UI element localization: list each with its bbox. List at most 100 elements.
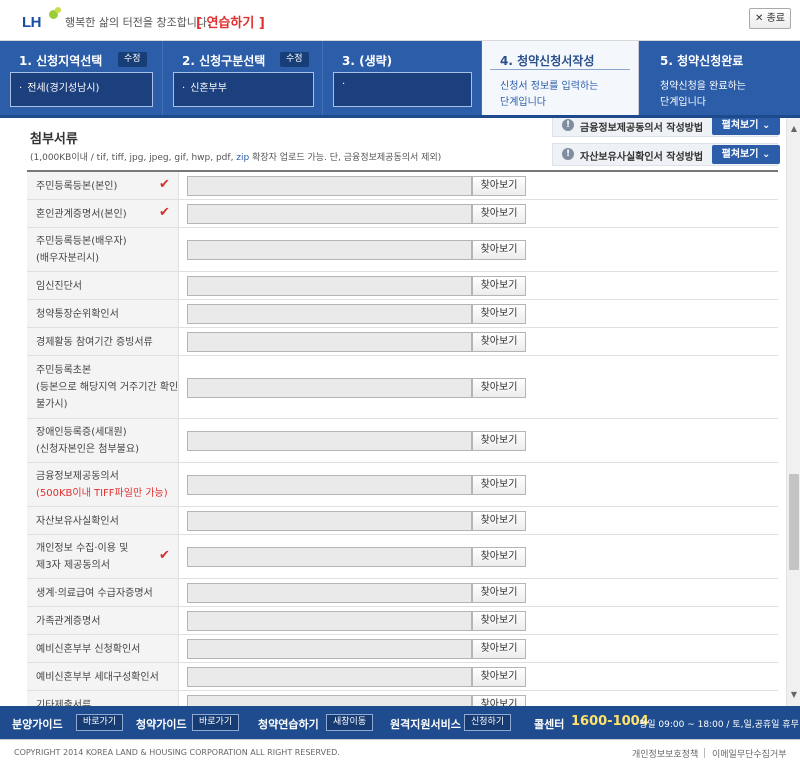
header: LH 행복한 삶의 터전을 창조합니다. [ 연습하기 ] ✕ 종료 xyxy=(0,0,800,41)
file-path-input[interactable] xyxy=(187,511,472,531)
step-4-description: 신청서 정보를 입력하는 단계입니다 xyxy=(500,79,598,111)
document-label: 자산보유사실확인서 xyxy=(27,507,179,534)
call-center-phone: 1600-1004 xyxy=(571,714,649,729)
document-name: 주민등록등본(배우자) xyxy=(36,236,127,247)
table-row: 개인정보 수집·이용 및 제3자 제공동의서 ✔ 찾아보기 xyxy=(27,535,778,579)
table-row: 금융정보제공동의서 (500KB이내 TIFF파일만 가능) 찾아보기 xyxy=(27,463,778,507)
browse-file-button[interactable]: 찾아보기 xyxy=(472,475,526,495)
scroll-down-icon[interactable]: ▼ xyxy=(787,688,800,702)
step-4-current: 4. 청약신청서작성 신청서 정보를 입력하는 단계입니다 xyxy=(482,41,639,115)
browse-file-button[interactable]: 찾아보기 xyxy=(472,611,526,631)
table-row: 가족관계증명서 찾아보기 xyxy=(27,607,778,635)
browse-file-button[interactable]: 찾아보기 xyxy=(472,332,526,352)
file-path-input[interactable] xyxy=(187,176,472,196)
nav-remote-support-label: 원격지원서비스 xyxy=(390,718,461,731)
browse-file-button[interactable]: 찾아보기 xyxy=(472,304,526,324)
document-label: 주민등록초본 (등본으로 해당지역 거주기간 확인 불가시) xyxy=(27,356,179,418)
table-row: 주민등록등본(배우자) (배우자분리시) 찾아보기 xyxy=(27,228,778,272)
document-label: 금융정보제공동의서 (500KB이내 TIFF파일만 가능) xyxy=(27,463,179,506)
step-4-desc-line-1: 신청서 정보를 입력하는 xyxy=(500,81,599,92)
file-path-input[interactable] xyxy=(187,204,472,224)
document-label: 기타제출서류 xyxy=(27,691,179,706)
application-form-scroll-area[interactable]: 첨부서류 (1,000KB이내 / tif, tiff, jpg, jpeg, … xyxy=(0,118,800,706)
file-path-input[interactable] xyxy=(187,276,472,296)
step-1-title: 1. 신청지역선택 xyxy=(19,54,103,68)
document-label: 주민등록등본(본인) ✔ xyxy=(27,172,179,199)
document-name: 자산보유사실확인서 xyxy=(36,516,119,527)
close-button[interactable]: ✕ 종료 xyxy=(749,8,791,29)
browse-file-button[interactable]: 찾아보기 xyxy=(472,511,526,531)
document-label: 주민등록등본(배우자) (배우자분리시) xyxy=(27,228,179,271)
browse-file-button[interactable]: 찾아보기 xyxy=(472,695,526,706)
file-path-input[interactable] xyxy=(187,431,472,451)
lh-logo[interactable]: LH xyxy=(22,7,62,33)
email-refusal-link[interactable]: 이메일무단수집거부 xyxy=(712,747,787,760)
file-path-input[interactable] xyxy=(187,639,472,659)
table-row: 주민등록초본 (등본으로 해당지역 거주기간 확인 불가시) 찾아보기 xyxy=(27,356,778,419)
file-path-input[interactable] xyxy=(187,475,472,495)
document-name: 금융정보제공동의서 xyxy=(36,471,119,482)
document-label: 경제활동 참여기간 증빙서류 xyxy=(27,328,179,355)
browse-file-button[interactable]: 찾아보기 xyxy=(472,547,526,567)
table-row: 장애인등록증(세대원) (신청자본인은 첨부불요) 찾아보기 xyxy=(27,419,778,463)
document-label: 장애인등록증(세대원) (신청자본인은 첨부불요) xyxy=(27,419,179,462)
logo-dot-small-icon xyxy=(55,7,61,13)
browse-file-button[interactable]: 찾아보기 xyxy=(472,240,526,260)
document-name: 예비신혼부부 세대구성확인서 xyxy=(36,672,159,683)
step-bar: 1. 신청지역선택 수정 전세(경기성남시) 2. 신청구분선택 수정 신혼부부… xyxy=(0,41,800,118)
file-path-input[interactable] xyxy=(187,332,472,352)
browse-file-button[interactable]: 찾아보기 xyxy=(472,639,526,659)
scroll-thumb[interactable] xyxy=(789,474,799,570)
nav-sale-guide-button[interactable]: 바로가기 xyxy=(76,714,124,731)
table-row: 주민등록등본(본인) ✔ 찾아보기 xyxy=(27,172,778,200)
required-check-icon: ✔ xyxy=(159,548,170,563)
step-5-desc-line-2: 단계입니다 xyxy=(660,97,706,108)
file-path-input[interactable] xyxy=(187,667,472,687)
document-name: 청약통장순위확인서 xyxy=(36,309,119,320)
step-2: 2. 신청구분선택 수정 신혼부부 xyxy=(163,41,323,115)
file-path-input[interactable] xyxy=(187,547,472,567)
guide-financial-consent: ! 금융정보제공동의서 작성방법 펼쳐보기 ⌄ xyxy=(562,118,780,135)
nav-remote-support-button[interactable]: 신청하기 xyxy=(464,714,512,731)
document-name: (등본으로 해당지역 거주기간 확인 xyxy=(36,382,179,393)
vertical-scrollbar[interactable]: ▲ ▼ xyxy=(786,118,800,706)
scroll-up-icon[interactable]: ▲ xyxy=(787,122,800,136)
footer-divider xyxy=(704,748,705,758)
step-3-value xyxy=(333,72,472,107)
nav-practice-label: 청약연습하기 xyxy=(258,718,319,731)
step-4-underline xyxy=(490,69,630,70)
guide-financial-expand-button[interactable]: 펼쳐보기 ⌄ xyxy=(712,118,780,135)
step-5-description: 청약신청을 완료하는 단계입니다 xyxy=(660,79,746,111)
step-3: 3. (생략) xyxy=(323,41,482,115)
browse-file-button[interactable]: 찾아보기 xyxy=(472,431,526,451)
step-1-edit-button[interactable]: 수정 xyxy=(118,52,147,67)
browse-file-button[interactable]: 찾아보기 xyxy=(472,276,526,296)
bottom-nav: 분양가이드 바로가기 청약가이드 바로가기 청약연습하기 새창이동 원격지원서비… xyxy=(0,706,800,739)
file-path-input[interactable] xyxy=(187,583,472,603)
file-path-input[interactable] xyxy=(187,304,472,324)
document-label: 임신진단서 xyxy=(27,272,179,299)
step-4-title: 4. 청약신청서작성 xyxy=(500,54,595,68)
guide-asset-expand-button[interactable]: 펼쳐보기 ⌄ xyxy=(712,145,780,164)
file-path-input[interactable] xyxy=(187,695,472,706)
document-name: 주민등록초본 xyxy=(36,365,92,376)
privacy-policy-link[interactable]: 개인정보보호정책 xyxy=(632,747,698,760)
nav-application-guide-button[interactable]: 바로가기 xyxy=(192,714,240,731)
step-5-title: 5. 청약신청완료 xyxy=(660,54,744,68)
guide-financial-text: 금융정보제공동의서 작성방법 xyxy=(580,123,704,134)
browse-file-button[interactable]: 찾아보기 xyxy=(472,204,526,224)
file-path-input[interactable] xyxy=(187,240,472,260)
nav-practice-button[interactable]: 새창이동 xyxy=(326,714,374,731)
file-path-input[interactable] xyxy=(187,378,472,398)
slogan: 행복한 삶의 터전을 창조합니다. xyxy=(65,16,211,29)
browse-file-button[interactable]: 찾아보기 xyxy=(472,378,526,398)
file-path-input[interactable] xyxy=(187,611,472,631)
step-2-edit-button[interactable]: 수정 xyxy=(280,52,309,67)
browse-file-button[interactable]: 찾아보기 xyxy=(472,176,526,196)
document-label: 청약통장순위확인서 xyxy=(27,300,179,327)
browse-file-button[interactable]: 찾아보기 xyxy=(472,667,526,687)
table-row: 경제활동 참여기간 증빙서류 찾아보기 xyxy=(27,328,778,356)
browse-file-button[interactable]: 찾아보기 xyxy=(472,583,526,603)
document-name: 장애인등록증(세대원) xyxy=(36,427,127,438)
guide-asset-text: 자산보유사실확인서 작성방법 xyxy=(580,152,704,163)
